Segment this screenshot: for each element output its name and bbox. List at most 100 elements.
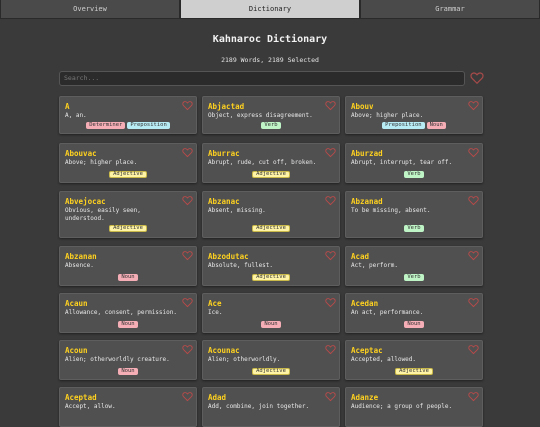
tab-overview[interactable]: Overview <box>0 0 180 19</box>
tag-list: Noun <box>60 274 196 281</box>
favorite-heart-icon[interactable] <box>468 147 479 158</box>
word-title: Acaun <box>65 299 88 308</box>
tag-list: Adjective <box>203 274 339 281</box>
tag-list: Adjective <box>346 368 482 375</box>
search-input[interactable]: Search... <box>59 71 465 86</box>
tab-grammar[interactable]: Grammar <box>360 0 540 19</box>
tag-list: Noun <box>346 321 482 328</box>
word-title: Abouv <box>351 102 374 111</box>
part-of-speech-tag: Noun <box>118 368 138 375</box>
word-definition: Add, combine, join together. <box>208 403 310 410</box>
part-of-speech-tag: Noun <box>404 321 424 328</box>
favorite-heart-icon[interactable] <box>468 391 479 402</box>
favorite-heart-icon[interactable] <box>468 250 479 261</box>
word-card[interactable]: Abzanan Absence. Noun <box>59 246 197 286</box>
part-of-speech-tag: Adjective <box>252 368 290 375</box>
word-card[interactable]: Abzanad To be missing, absent. Verb <box>345 191 483 238</box>
favorite-heart-icon[interactable] <box>468 297 479 308</box>
favorites-filter-heart-icon[interactable] <box>470 71 484 85</box>
tag-list: Verb <box>346 225 482 232</box>
tag-list: Adjective <box>60 225 196 232</box>
favorite-heart-icon[interactable] <box>325 391 336 402</box>
tab-dictionary[interactable]: Dictionary <box>180 0 360 19</box>
favorite-heart-icon[interactable] <box>182 100 193 111</box>
word-definition: Obvious, easily seen, understood. <box>65 207 141 222</box>
tag-list: Verb <box>346 171 482 178</box>
favorite-heart-icon[interactable] <box>468 195 479 206</box>
favorite-heart-icon[interactable] <box>182 147 193 158</box>
tag-list: Adjective <box>203 225 339 232</box>
word-card[interactable]: Aburrac Abrupt, rude, cut off, broken. Adj… <box>202 143 340 183</box>
word-title: Abzanad <box>351 197 383 206</box>
word-definition: Alien; otherworldly. <box>208 356 281 363</box>
word-card[interactable]: Acad Act, perform. Verb <box>345 246 483 286</box>
word-card[interactable]: Abzanac Absent, missing. Adjective <box>202 191 340 238</box>
word-card[interactable]: Abvejocac Obvious, easily seen, understoo… <box>59 191 197 238</box>
word-definition: Above; higher place. <box>351 112 424 119</box>
favorite-heart-icon[interactable] <box>468 100 479 111</box>
word-card[interactable]: Abouvac Above; higher place. Adjective <box>59 143 197 183</box>
favorite-heart-icon[interactable] <box>468 344 479 355</box>
page-title: Kahnaroc Dictionary <box>212 34 328 45</box>
part-of-speech-tag: Adjective <box>109 225 147 232</box>
word-card[interactable]: Aceptad Accept, allow. <box>59 387 197 427</box>
word-definition: Ice. <box>208 309 223 316</box>
word-card[interactable]: Abjactad Object, express disagreement. Ver… <box>202 96 340 134</box>
word-card[interactable]: Abzodutac Absolute, fullest. Adjective <box>202 246 340 286</box>
word-card[interactable]: Acaun Allowance, consent, permission. Noun <box>59 293 197 333</box>
word-title: Abzanan <box>65 252 97 261</box>
word-definition: Absent, missing. <box>208 207 266 214</box>
favorite-heart-icon[interactable] <box>325 344 336 355</box>
favorite-heart-icon[interactable] <box>182 297 193 308</box>
word-card[interactable]: Acounac Alien; otherworldly. Adjective <box>202 340 340 380</box>
favorite-heart-icon[interactable] <box>325 297 336 308</box>
part-of-speech-tag: Verb <box>404 171 424 178</box>
favorite-heart-icon[interactable] <box>325 147 336 158</box>
part-of-speech-tag: Noun <box>261 321 281 328</box>
word-title: Abouvac <box>65 149 97 158</box>
word-definition: Audience; a group of people. <box>351 403 453 410</box>
word-title: Acounac <box>208 346 240 355</box>
word-card[interactable]: A A, an. Determiner Preposition <box>59 96 197 134</box>
part-of-speech-tag: Noun <box>118 321 138 328</box>
word-title: Aburrac <box>208 149 240 158</box>
favorite-heart-icon[interactable] <box>182 344 193 355</box>
word-title: Ace <box>208 299 222 308</box>
part-of-speech-tag: Noun <box>426 122 446 129</box>
word-card[interactable]: Acoun Alien; otherworldly creature. Noun <box>59 340 197 380</box>
word-definition: Allowance, consent, permission. <box>65 309 177 316</box>
word-title: Abvejocac <box>65 197 106 206</box>
word-definition: Above; higher place. <box>65 159 138 166</box>
word-title: Aceptac <box>351 346 383 355</box>
word-definition: An act, performance. <box>351 309 424 316</box>
favorite-heart-icon[interactable] <box>325 195 336 206</box>
word-definition: Abrupt, interrupt, tear off. <box>351 159 453 166</box>
tag-list: Verb <box>346 274 482 281</box>
part-of-speech-tag: Verb <box>404 274 424 281</box>
favorite-heart-icon[interactable] <box>182 250 193 261</box>
tag-list: Noun <box>60 321 196 328</box>
favorite-heart-icon[interactable] <box>325 100 336 111</box>
tag-list: Adjective <box>203 171 339 178</box>
word-card[interactable]: Ace Ice. Noun <box>202 293 340 333</box>
word-card[interactable]: Acedan An act, performance. Noun <box>345 293 483 333</box>
word-title: Aburzad <box>351 149 383 158</box>
word-count: 2189 Words, 2189 Selected <box>221 56 319 64</box>
word-title: Adad <box>208 393 227 402</box>
part-of-speech-tag: Determiner <box>86 122 126 129</box>
part-of-speech-tag: Adjective <box>395 368 433 375</box>
word-card[interactable]: Aburzad Abrupt, interrupt, tear off. Verb <box>345 143 483 183</box>
word-definition: Accept, allow. <box>65 403 116 410</box>
part-of-speech-tag: Adjective <box>252 274 290 281</box>
word-title: Acoun <box>65 346 88 355</box>
favorite-heart-icon[interactable] <box>325 250 336 261</box>
favorite-heart-icon[interactable] <box>182 391 193 402</box>
word-title: Aceptad <box>65 393 97 402</box>
word-card[interactable]: Aceptac Accepted, allowed. Adjective <box>345 340 483 380</box>
word-definition: Absolute, fullest. <box>208 262 274 269</box>
part-of-speech-tag: Adjective <box>252 171 290 178</box>
word-card[interactable]: Abouv Above; higher place. Preposition Noun <box>345 96 483 134</box>
word-card[interactable]: Adad Add, combine, join together. <box>202 387 340 427</box>
favorite-heart-icon[interactable] <box>182 195 193 206</box>
word-card[interactable]: Adanze Audience; a group of people. <box>345 387 483 427</box>
